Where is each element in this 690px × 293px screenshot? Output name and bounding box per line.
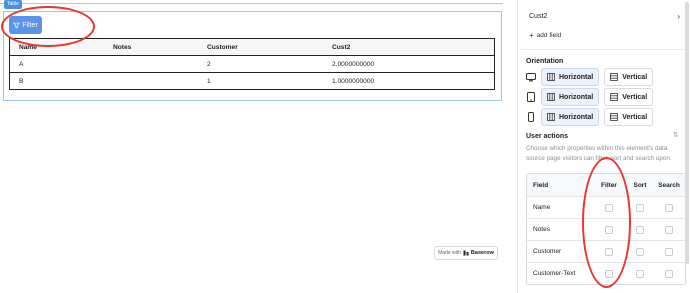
table-row: A 2 2.0000000000 (10, 55, 494, 72)
field-item-cust2[interactable]: Cust2 › (521, 6, 686, 26)
table-header-row: Name Notes Customer Cust2 (10, 39, 494, 55)
table-cell: A (19, 60, 24, 68)
table-cell: 1 (207, 77, 211, 85)
field-label: Customer (533, 248, 562, 255)
horizontal-label: Horizontal (559, 93, 594, 101)
header-sort: Sort (633, 181, 647, 189)
collapse-icon[interactable]: ⇅ (673, 131, 679, 139)
phone-icon (526, 111, 536, 123)
column-header-cust2: Cust2 (332, 43, 351, 51)
annotation-ellipse-filter-column (582, 157, 631, 288)
horizontal-layout-icon (547, 73, 555, 81)
horizontal-option-tablet[interactable]: Horizontal (541, 88, 600, 106)
vertical-layout-icon (610, 93, 619, 101)
table-row: B 1 1.0000000000 (10, 72, 494, 89)
add-field-button[interactable]: + add field (529, 31, 561, 40)
sort-checkbox[interactable] (636, 247, 644, 256)
user-actions-title: User actions (526, 133, 569, 140)
page-canvas: Table Filter Name Notes Customer Cust2 A… (0, 0, 503, 293)
field-label: Customer-Text (533, 270, 576, 277)
orientation-title: Orientation (526, 58, 564, 65)
search-checkbox[interactable] (665, 203, 673, 212)
vertical-option-desktop[interactable]: Vertical (604, 68, 654, 86)
previous-element-border (0, 0, 503, 4)
header-field: Field (533, 181, 549, 189)
orientation-row-phone: Horizontal Vertical (526, 108, 654, 126)
horizontal-option-desktop[interactable]: Horizontal (541, 68, 600, 86)
vertical-option-phone[interactable]: Vertical (604, 108, 654, 126)
made-with-badge[interactable]: Made with Baserow (434, 246, 498, 260)
horizontal-layout-icon (547, 93, 555, 101)
horizontal-label: Horizontal (559, 73, 594, 81)
tablet-icon (526, 91, 536, 103)
vertical-option-tablet[interactable]: Vertical (604, 88, 654, 106)
search-checkbox[interactable] (665, 247, 673, 256)
sort-checkbox[interactable] (636, 225, 644, 234)
table-cell: 2 (207, 60, 211, 68)
orientation-row-desktop: Horizontal Vertical (526, 68, 654, 86)
table-cell: 1.0000000000 (332, 77, 375, 85)
header-search: Search (658, 181, 680, 189)
data-table: Name Notes Customer Cust2 A 2 2.00000000… (9, 38, 495, 90)
column-header-customer: Customer (207, 43, 238, 51)
horizontal-layout-icon (547, 113, 555, 121)
made-with-prefix: Made with (438, 250, 461, 256)
search-checkbox[interactable] (665, 269, 673, 278)
search-checkbox[interactable] (665, 225, 673, 234)
orientation-row-tablet: Horizontal Vertical (526, 88, 654, 106)
plus-icon: + (529, 31, 534, 40)
desktop-icon (526, 71, 536, 83)
table-cell: B (19, 77, 24, 85)
chevron-right-icon: › (677, 11, 680, 21)
vertical-label: Vertical (622, 73, 648, 81)
vertical-layout-icon (610, 113, 619, 121)
sort-checkbox[interactable] (636, 269, 644, 278)
column-header-notes: Notes (113, 43, 132, 51)
divider (521, 49, 686, 50)
made-with-brand: Baserow (470, 250, 494, 256)
element-type-tag: Table (4, 0, 22, 9)
table-cell: 2.0000000000 (332, 60, 375, 68)
vertical-layout-icon (610, 73, 619, 81)
scrollbar-thumb[interactable] (685, 2, 689, 264)
horizontal-option-phone[interactable]: Horizontal (541, 108, 600, 126)
baserow-logo-icon (463, 250, 469, 256)
sort-checkbox[interactable] (636, 203, 644, 212)
vertical-label: Vertical (622, 93, 648, 101)
horizontal-label: Horizontal (559, 113, 594, 121)
field-item-label: Cust2 (529, 12, 548, 20)
add-field-label: add field (536, 32, 562, 39)
annotation-ellipse-filter-button (1, 6, 95, 47)
vertical-label: Vertical (622, 113, 648, 121)
